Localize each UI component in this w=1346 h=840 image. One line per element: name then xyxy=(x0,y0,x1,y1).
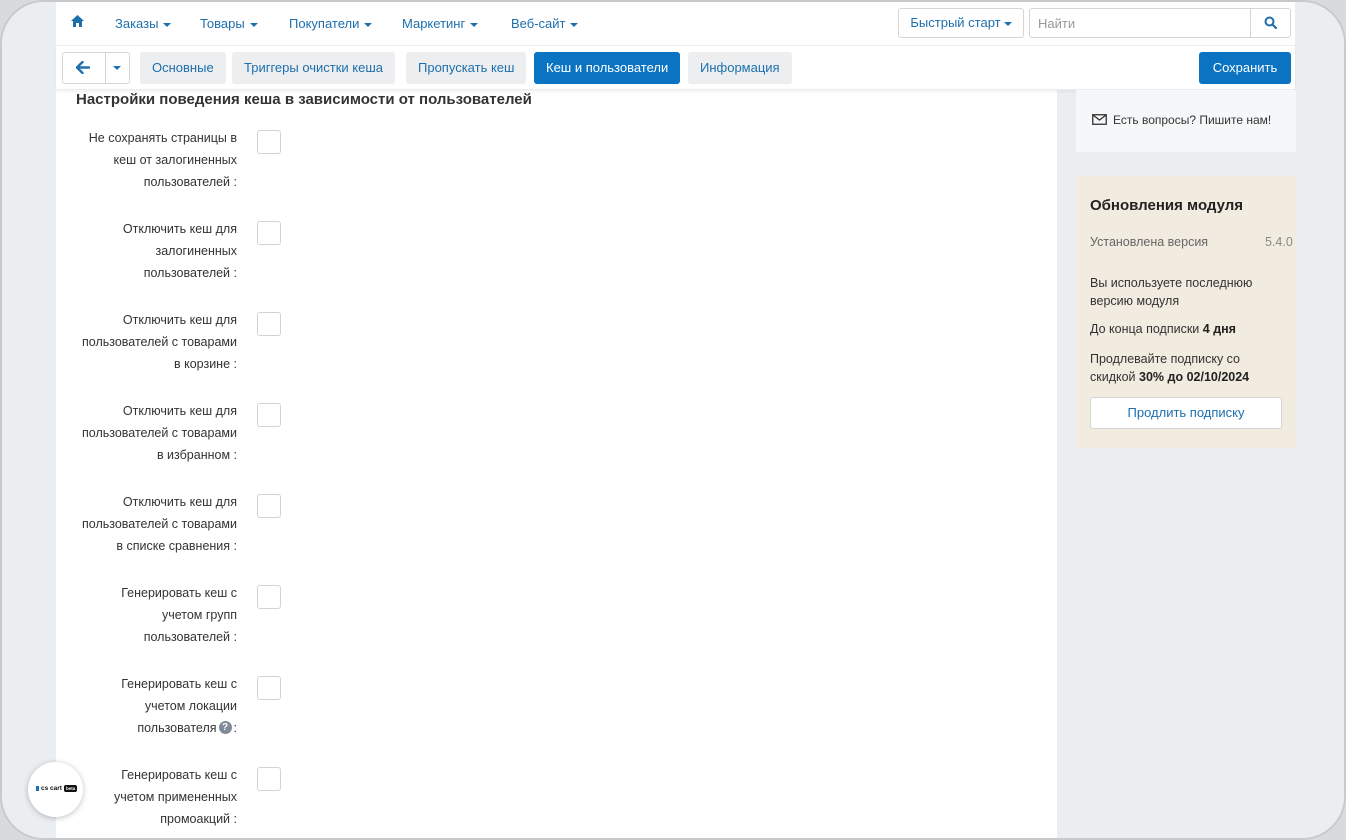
label-line: пользователей : xyxy=(143,266,237,280)
back-button-group xyxy=(62,52,130,84)
label-line: Отключить кеш для xyxy=(122,404,237,418)
chevron-down-icon xyxy=(570,22,579,27)
label-line: Генерировать кеш с xyxy=(121,768,237,782)
cs-cart-badge[interactable]: cs cart beta xyxy=(28,762,83,817)
quick-start-button[interactable]: Быстрый старт xyxy=(898,8,1024,38)
installed-version-value: 5.4.0 xyxy=(1265,235,1293,249)
label-line: в списке сравнения : xyxy=(116,539,237,553)
checkbox-disable-cache-logged[interactable] xyxy=(257,221,281,245)
home-icon[interactable] xyxy=(70,14,85,29)
label-line: пользователей с товарами xyxy=(82,426,237,440)
nav-orders-label: Заказы xyxy=(115,16,159,31)
module-updates-title: Обновления модуля xyxy=(1090,197,1244,214)
logo-pill: beta xyxy=(63,785,78,792)
label-line: кеш от залогиненных xyxy=(113,153,237,167)
setting-label-disable-cache-compare: Отключить кеш для пользователей с товарам… xyxy=(66,491,237,557)
logo-text: cs cart xyxy=(41,785,62,793)
nav-products[interactable]: Товары xyxy=(200,16,258,31)
label-line: учетом групп xyxy=(161,608,237,622)
label-line: пользователя xyxy=(137,721,217,735)
subscription-prefix: До конца подписки xyxy=(1090,322,1200,336)
tab-general[interactable]: Основные xyxy=(140,52,226,84)
search-icon xyxy=(1264,16,1277,29)
checkbox-cache-promotions[interactable] xyxy=(257,767,281,791)
checkbox-cache-user-groups[interactable] xyxy=(257,585,281,609)
setting-label-cache-promotions: Генерировать кеш с учетом примененных пром… xyxy=(66,764,237,830)
checkbox-disable-cache-wishlist[interactable] xyxy=(257,403,281,427)
chevron-down-icon xyxy=(1003,21,1012,26)
chevron-down-icon xyxy=(470,22,479,27)
renew-subscription-button[interactable]: Продлить подписку xyxy=(1090,397,1282,429)
label-line: пользователей с товарами xyxy=(82,335,237,349)
label-line: в избранном : xyxy=(156,448,237,462)
setting-label-disable-cache-cart: Отключить кеш для пользователей с товарам… xyxy=(66,309,237,375)
search-input[interactable] xyxy=(1030,9,1252,37)
envelope-icon xyxy=(1092,114,1107,125)
label-line: учетом локации xyxy=(144,699,237,713)
subscription-days: 4 дня xyxy=(1202,322,1236,336)
contact-link[interactable]: Есть вопросы? Пишите нам! xyxy=(1113,113,1271,127)
chevron-down-icon xyxy=(249,22,258,27)
top-navigation: Заказы Товары Покупатели Маркетинг Веб-с… xyxy=(56,2,1295,46)
window-frame: Заказы Товары Покупатели Маркетинг Веб-с… xyxy=(0,0,1346,840)
nav-website-label: Веб-сайт xyxy=(511,16,566,31)
label-line: пользователей : xyxy=(143,630,237,644)
back-button[interactable] xyxy=(63,53,105,83)
help-icon[interactable]: ? xyxy=(218,721,232,735)
tab-cache-clear-triggers[interactable]: Триггеры очистки кеша xyxy=(232,52,396,84)
tab-information[interactable]: Информация xyxy=(688,52,792,84)
label-line: Не сохранять страницы в xyxy=(88,131,237,145)
label-suffix: : xyxy=(233,721,237,735)
subscription-promo: Продлевайте подписку со скидкой 30% до 0… xyxy=(1090,350,1286,386)
label-line: пользователей с товарами xyxy=(82,517,237,531)
logo-mark-icon xyxy=(36,786,39,791)
back-dropdown-toggle[interactable] xyxy=(105,53,129,83)
label-line: Отключить кеш для xyxy=(122,222,237,236)
label-line: промоакций : xyxy=(160,812,237,826)
search-button[interactable] xyxy=(1250,9,1290,37)
label-line: залогиненных xyxy=(155,244,237,258)
nav-website[interactable]: Веб-сайт xyxy=(511,16,579,31)
toolbar: Основные Триггеры очистки кеша Пропускат… xyxy=(56,46,1295,90)
nav-marketing[interactable]: Маркетинг xyxy=(402,16,479,31)
setting-label-disable-cache-logged: Отключить кеш для залогиненных пользовател… xyxy=(66,218,237,284)
label-line: Генерировать кеш с xyxy=(121,677,237,691)
checkbox-no-cache-logged[interactable] xyxy=(257,130,281,154)
installed-version-label: Установлена версия xyxy=(1090,235,1209,249)
setting-label-cache-user-groups: Генерировать кеш с учетом групп пользовате… xyxy=(66,582,237,648)
checkbox-disable-cache-cart[interactable] xyxy=(257,312,281,336)
nav-orders[interactable]: Заказы xyxy=(115,16,172,31)
label-line: Отключить кеш для xyxy=(122,495,237,509)
chevron-down-icon xyxy=(364,22,373,27)
cs-cart-logo: cs cart beta xyxy=(36,785,78,793)
arrow-left-icon xyxy=(76,61,90,74)
module-updates-card: Обновления модуля Установлена версия 5.4… xyxy=(1076,176,1296,448)
tab-skip-cache[interactable]: Пропускать кеш xyxy=(406,52,527,84)
setting-label-cache-user-location: Генерировать кеш с учетом локации пользова… xyxy=(66,673,237,739)
setting-label-no-cache-logged: Не сохранять страницы в кеш от залогиненн… xyxy=(66,127,237,193)
checkbox-cache-user-location[interactable] xyxy=(257,676,281,700)
section-title: Настройки поведения кеша в зависимости о… xyxy=(76,91,532,108)
search-box xyxy=(1029,8,1291,38)
label-line: учетом примененных xyxy=(113,790,237,804)
chevron-down-icon xyxy=(113,66,121,70)
nav-customers-label: Покупатели xyxy=(289,16,360,31)
checkbox-disable-cache-compare[interactable] xyxy=(257,494,281,518)
save-button[interactable]: Сохранить xyxy=(1199,52,1291,84)
label-line: Генерировать кеш с xyxy=(121,586,237,600)
label-line: в корзине : xyxy=(173,357,237,371)
subscription-remaining: До конца подписки 4 дня xyxy=(1090,320,1286,338)
setting-label-disable-cache-wishlist: Отключить кеш для пользователей с товарам… xyxy=(66,400,237,466)
nav-marketing-label: Маркетинг xyxy=(402,16,466,31)
contact-card[interactable]: Есть вопросы? Пишите нам! xyxy=(1076,90,1296,152)
chevron-down-icon xyxy=(163,22,172,27)
quick-start-label: Быстрый старт xyxy=(910,15,1001,30)
nav-products-label: Товары xyxy=(200,16,245,31)
label-line: пользователей : xyxy=(143,175,237,189)
tab-cache-and-users[interactable]: Кеш и пользователи xyxy=(534,52,681,84)
promo-discount: 30% до 02/10/2024 xyxy=(1139,370,1250,384)
latest-version-note: Вы используете последнюю версию модуля xyxy=(1090,276,1253,308)
nav-customers[interactable]: Покупатели xyxy=(289,16,373,31)
label-line: Отключить кеш для xyxy=(122,313,237,327)
